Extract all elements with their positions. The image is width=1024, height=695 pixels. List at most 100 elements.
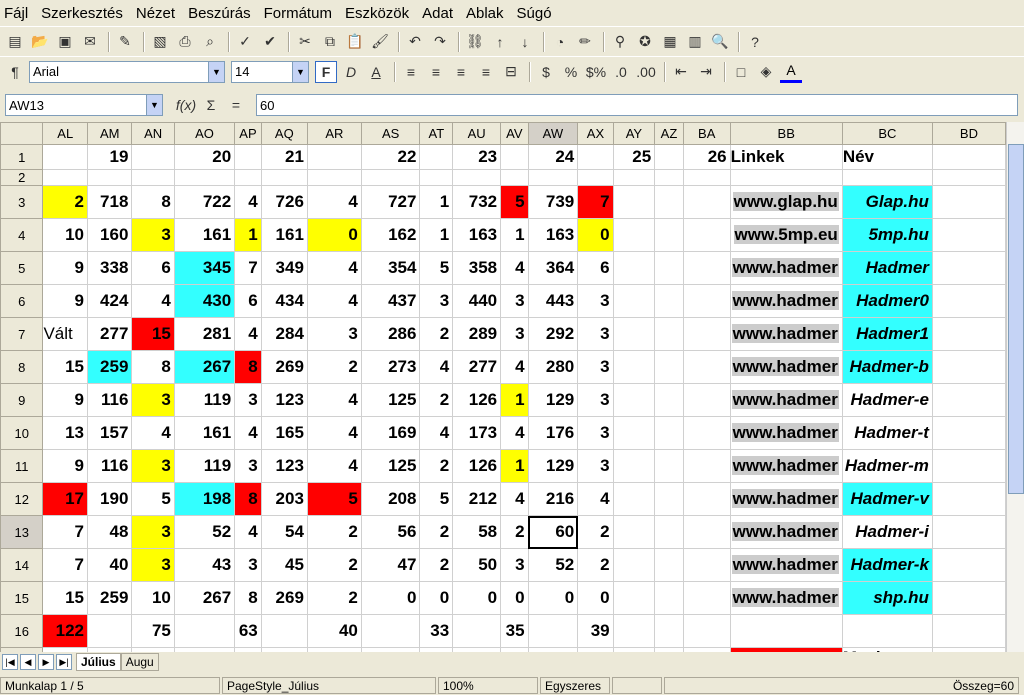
cell[interactable]: shp.hu — [841, 581, 933, 615]
cell[interactable]: 443 — [527, 284, 579, 318]
cell[interactable]: 15 — [42, 350, 88, 384]
cell[interactable]: 364 — [527, 251, 579, 285]
chevron-down-icon[interactable]: ▼ — [208, 61, 224, 82]
cell[interactable] — [86, 614, 133, 648]
cell[interactable] — [931, 482, 1006, 516]
cell[interactable]: 269 — [260, 581, 308, 615]
cell[interactable] — [360, 169, 421, 186]
cell[interactable]: 19 — [86, 144, 133, 170]
cell[interactable] — [841, 614, 933, 648]
cell[interactable]: 267 — [173, 350, 236, 384]
cell[interactable]: 437 — [360, 284, 421, 318]
menu-tools[interactable]: Eszközök — [345, 5, 409, 22]
cell[interactable] — [173, 614, 236, 648]
tab-julius[interactable]: Július — [76, 653, 121, 671]
column-header[interactable]: AY — [612, 122, 656, 145]
row-header[interactable]: 9 — [0, 383, 44, 417]
cell[interactable]: 0 — [527, 581, 579, 615]
cell[interactable]: 1 — [234, 218, 262, 252]
cell[interactable] — [682, 284, 731, 318]
cell[interactable]: 1 — [500, 218, 529, 252]
cell[interactable]: 2 — [419, 515, 454, 549]
cell[interactable]: 286 — [360, 317, 421, 351]
cell[interactable]: 349 — [260, 251, 308, 285]
cell[interactable] — [419, 144, 454, 170]
cell[interactable] — [931, 218, 1006, 252]
cell[interactable] — [931, 416, 1006, 450]
cell[interactable]: 727 — [360, 185, 421, 219]
cell[interactable]: 0 — [452, 581, 502, 615]
cell[interactable]: 26 — [682, 144, 731, 170]
cell[interactable]: 9 — [42, 449, 88, 483]
cell[interactable]: 3 — [131, 515, 175, 549]
cell[interactable]: 2 — [419, 449, 454, 483]
cell[interactable]: 345 — [173, 251, 236, 285]
cell[interactable] — [260, 169, 308, 186]
cell[interactable]: 1 — [419, 185, 454, 219]
chevron-down-icon[interactable]: ▼ — [292, 61, 308, 82]
cell[interactable] — [612, 284, 656, 318]
cell[interactable]: 4 — [500, 416, 529, 450]
cell[interactable] — [654, 144, 684, 170]
chart-icon[interactable]: ◔ — [549, 31, 571, 53]
cell[interactable]: 5mp.hu — [841, 218, 933, 252]
cell[interactable]: 4 — [131, 416, 175, 450]
autospell-icon[interactable]: ✔ — [259, 31, 281, 53]
cell[interactable]: 2 — [419, 383, 454, 417]
cell[interactable]: 4 — [306, 449, 362, 483]
cell[interactable]: 157 — [86, 416, 133, 450]
cell[interactable]: 4 — [306, 251, 362, 285]
open-icon[interactable]: 📂 — [29, 31, 51, 53]
sort-desc-icon[interactable]: ↓ — [514, 31, 536, 53]
cell[interactable]: 4 — [306, 383, 362, 417]
cell[interactable]: 126 — [452, 383, 502, 417]
cell[interactable] — [654, 169, 684, 186]
menu-file[interactable]: Fájl — [4, 5, 28, 22]
number-format-icon[interactable]: $% — [585, 61, 607, 83]
cell[interactable] — [42, 169, 88, 186]
cell[interactable]: 4 — [306, 416, 362, 450]
cell[interactable]: 54 — [260, 515, 308, 549]
cell[interactable]: 160 — [86, 218, 133, 252]
cell[interactable] — [654, 482, 684, 516]
cut-icon[interactable]: ✂ — [294, 31, 316, 53]
draw-icon[interactable]: ✏ — [574, 31, 596, 53]
cell[interactable]: 358 — [452, 251, 502, 285]
cell[interactable] — [682, 169, 731, 186]
zoom-icon[interactable]: 🔍 — [709, 31, 731, 53]
percent-icon[interactable]: % — [560, 61, 582, 83]
cell[interactable] — [306, 169, 362, 186]
cell[interactable]: Név — [841, 144, 933, 170]
link-text[interactable]: www.hadmer — [731, 489, 839, 508]
background-color-icon[interactable]: ◈ — [755, 61, 777, 83]
menu-window[interactable]: Ablak — [466, 5, 504, 22]
cell[interactable] — [654, 515, 684, 549]
cell[interactable]: 50 — [452, 548, 502, 582]
cell[interactable] — [682, 416, 731, 450]
cell[interactable]: 2 — [42, 185, 88, 219]
cell[interactable]: 216 — [527, 482, 579, 516]
cell[interactable]: Vált — [42, 317, 88, 351]
add-decimal-icon[interactable]: .0 — [610, 61, 632, 83]
selection-mode[interactable]: Egyszeres — [540, 677, 610, 694]
cell[interactable]: 129 — [527, 449, 579, 483]
align-center-icon[interactable]: ≡ — [425, 61, 447, 83]
link-text[interactable]: www.hadmer — [731, 588, 839, 607]
cell[interactable] — [931, 515, 1006, 549]
cell[interactable]: 9 — [42, 284, 88, 318]
cell[interactable]: 40 — [306, 614, 362, 648]
link-text[interactable]: www.hadmer — [731, 357, 839, 376]
cell[interactable]: 3 — [131, 449, 175, 483]
cell[interactable] — [931, 284, 1006, 318]
hyperlink-icon[interactable]: ⛓ — [464, 31, 486, 53]
preview-icon[interactable]: ⌕ — [199, 31, 221, 53]
cell[interactable] — [931, 383, 1006, 417]
cell[interactable] — [612, 218, 656, 252]
cell[interactable]: www.hadmer — [729, 350, 843, 384]
cell[interactable] — [527, 169, 579, 186]
cell[interactable]: 56 — [360, 515, 421, 549]
cell[interactable]: 21 — [260, 144, 308, 170]
spreadsheet-grid[interactable]: AL AM AN AO AP AQ AR AS AT AU AV AW AX AY AZ BA BB BC BD 1… — [0, 122, 1006, 652]
bold-icon[interactable]: F — [315, 60, 337, 83]
cell[interactable]: 15 — [131, 317, 175, 351]
